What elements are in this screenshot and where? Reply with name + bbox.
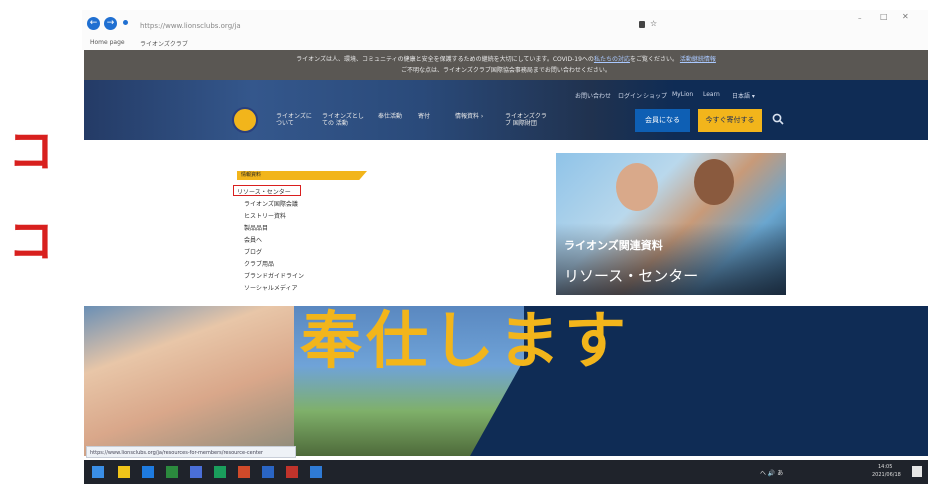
- nav-service[interactable]: 奉仕活動: [378, 113, 408, 120]
- notice-line2: ご不明な点は、ライオンズクラブ国際協会事務局までお問い合わせください。: [401, 67, 611, 74]
- search-icon[interactable]: [772, 113, 784, 125]
- nav-resources[interactable]: 情報資料 ›: [455, 113, 495, 120]
- clock-date[interactable]: 2021/06/18: [872, 472, 901, 478]
- mail-icon[interactable]: [190, 466, 202, 478]
- notice-text-b: をご覧ください。: [629, 56, 678, 63]
- menu-category: 情報資料: [237, 171, 367, 180]
- nav-about[interactable]: ライオンズに ついて: [276, 113, 314, 127]
- annotation-char-top: コ: [8, 124, 54, 178]
- donate-button[interactable]: 今すぐ寄付する: [698, 109, 762, 132]
- menu-item-convention[interactable]: ライオンズ国際会議: [244, 199, 298, 208]
- powerpoint-icon[interactable]: [238, 466, 250, 478]
- lock-icon: [639, 21, 645, 28]
- maximize-icon[interactable]: □: [880, 12, 888, 21]
- edge-icon[interactable]: [142, 466, 154, 478]
- join-button[interactable]: 会員になる: [635, 109, 690, 132]
- browser-toolbar: [82, 10, 928, 50]
- app-icon[interactable]: [166, 466, 178, 478]
- menu-item-resource-center[interactable]: リソース・センター: [237, 187, 291, 196]
- status-url: https://www.lionsclubs.org/ja/resources-…: [86, 446, 296, 458]
- hero-photo-hands: [84, 306, 294, 456]
- forward-icon[interactable]: →: [104, 17, 117, 30]
- menu-item-brand[interactable]: ブランドガイドライン: [244, 271, 304, 280]
- star-icon[interactable]: ☆: [650, 20, 657, 28]
- nav-activities[interactable]: ライオンズとしての 活動: [322, 113, 364, 127]
- word-icon[interactable]: [262, 466, 274, 478]
- util-learn[interactable]: Learn: [703, 91, 720, 98]
- file-explorer-icon[interactable]: [118, 466, 130, 478]
- language-select[interactable]: 日本語 ▾: [732, 91, 755, 100]
- feature-card[interactable]: ライオンズ関連資料 リソース・センター: [556, 153, 786, 295]
- bookmark-home[interactable]: Home page: [90, 39, 125, 46]
- feature-person-photo-2: [694, 159, 734, 205]
- refresh-icon[interactable]: [123, 20, 128, 25]
- outlook-icon[interactable]: [310, 466, 322, 478]
- back-icon[interactable]: ←: [87, 17, 100, 30]
- address-bar[interactable]: https://www.lionsclubs.org/ja: [140, 22, 241, 30]
- resources-mega-menu: [84, 140, 928, 306]
- nav-donate[interactable]: 寄付: [418, 113, 444, 120]
- menu-item-social[interactable]: ソーシャルメディア: [244, 283, 297, 292]
- menu-item-club-supplies[interactable]: クラブ用品: [244, 259, 274, 268]
- menu-item-members[interactable]: 会員へ: [244, 235, 262, 244]
- feature-title[interactable]: リソース・センター: [564, 265, 698, 286]
- nav-lcif[interactable]: ライオンズクラブ 国際財団: [505, 113, 551, 127]
- notice-link-response[interactable]: 私たちの対応: [594, 56, 630, 63]
- excel-icon[interactable]: [214, 466, 226, 478]
- util-contact[interactable]: お問い合わせ: [575, 91, 611, 100]
- notice-text: ライオンズは人、環境、コミュニティの健康と安全を保護するための継続を大切にしてい…: [296, 56, 594, 63]
- hero-headline: 奉仕します: [300, 304, 631, 377]
- pdf-icon[interactable]: [286, 466, 298, 478]
- annotation-char-bottom: コ: [8, 214, 54, 268]
- feature-tag: ライオンズ関連資料: [564, 239, 663, 252]
- notice-link-info[interactable]: 活動継続情報: [680, 56, 716, 63]
- util-shop[interactable]: ショップ: [643, 91, 667, 100]
- site-header: [84, 80, 928, 140]
- covid-notice: ライオンズは人、環境、コミュニティの健康と安全を保護するための継続を大切にしてい…: [84, 50, 928, 80]
- menu-item-products[interactable]: 製品品目: [244, 223, 268, 232]
- minimize-icon[interactable]: –: [858, 14, 862, 22]
- menu-item-history[interactable]: ヒストリー資料: [244, 211, 286, 220]
- menu-item-blog[interactable]: ブログ: [244, 247, 262, 256]
- windows-taskbar: [84, 460, 928, 484]
- close-icon[interactable]: ✕: [902, 12, 909, 21]
- bookmark-lions[interactable]: ライオンズクラブ: [140, 39, 188, 48]
- util-mylion[interactable]: MyLion: [672, 91, 693, 98]
- lions-logo-icon[interactable]: [232, 107, 258, 133]
- feature-person-photo: [616, 163, 658, 211]
- system-tray[interactable]: へ 🔊 あ: [760, 468, 783, 477]
- util-login[interactable]: ログイン: [618, 91, 642, 100]
- windows-start-icon[interactable]: [92, 466, 104, 478]
- clock-time[interactable]: 14:05: [878, 464, 892, 470]
- notification-icon[interactable]: [912, 466, 922, 477]
